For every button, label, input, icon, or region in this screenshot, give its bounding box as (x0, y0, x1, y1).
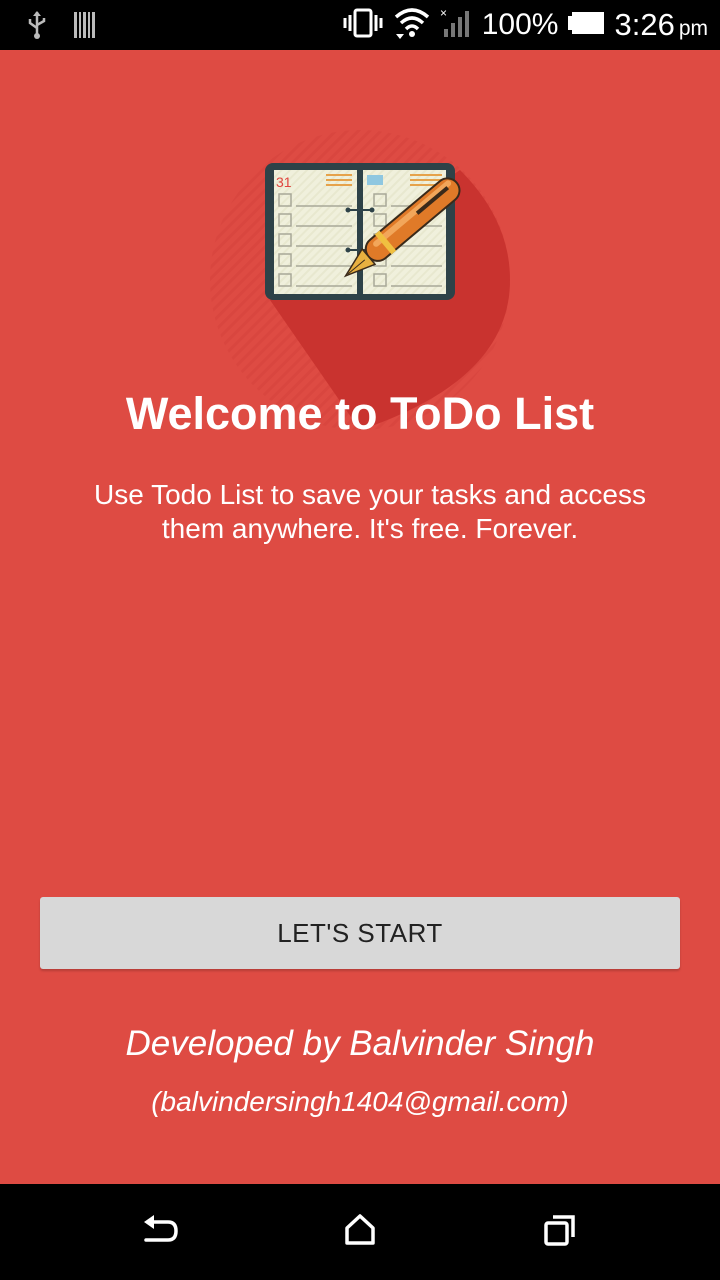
wifi-icon (394, 7, 430, 44)
notebook-illustration: 31 (210, 130, 510, 430)
clock-time: 3:26 (614, 7, 675, 42)
recents-button[interactable] (530, 1210, 590, 1254)
barcode-icon (74, 12, 96, 43)
battery-percent: 100% (481, 8, 559, 41)
status-bar: × 100% 3:26 pm (0, 0, 720, 50)
welcome-title: Welcome to ToDo List (125, 388, 595, 439)
battery-icon (568, 11, 605, 39)
svg-text:×: × (440, 7, 447, 20)
recents-icon (543, 1213, 577, 1252)
usb-icon (26, 10, 48, 45)
developer-email: (balvindersingh1404@gmail.com) (151, 1086, 569, 1117)
back-button[interactable] (130, 1210, 190, 1254)
home-icon (343, 1213, 377, 1252)
welcome-screen: 31 Welcome to ToDo List Use Todo List to… (0, 50, 720, 1184)
vibrate-icon (342, 7, 384, 44)
back-icon (140, 1213, 180, 1252)
lets-start-button[interactable]: LET'S START (40, 897, 680, 969)
developer-credit: Developed by Balvinder Singh (125, 1024, 595, 1063)
navigation-bar (0, 1184, 720, 1280)
clock-ampm: pm (678, 17, 708, 40)
calendar-day-label: 31 (276, 174, 292, 190)
welcome-description: Use Todo List to save your tasks and acc… (94, 479, 646, 544)
signal-icon: × (440, 6, 472, 44)
home-button[interactable] (330, 1210, 390, 1254)
